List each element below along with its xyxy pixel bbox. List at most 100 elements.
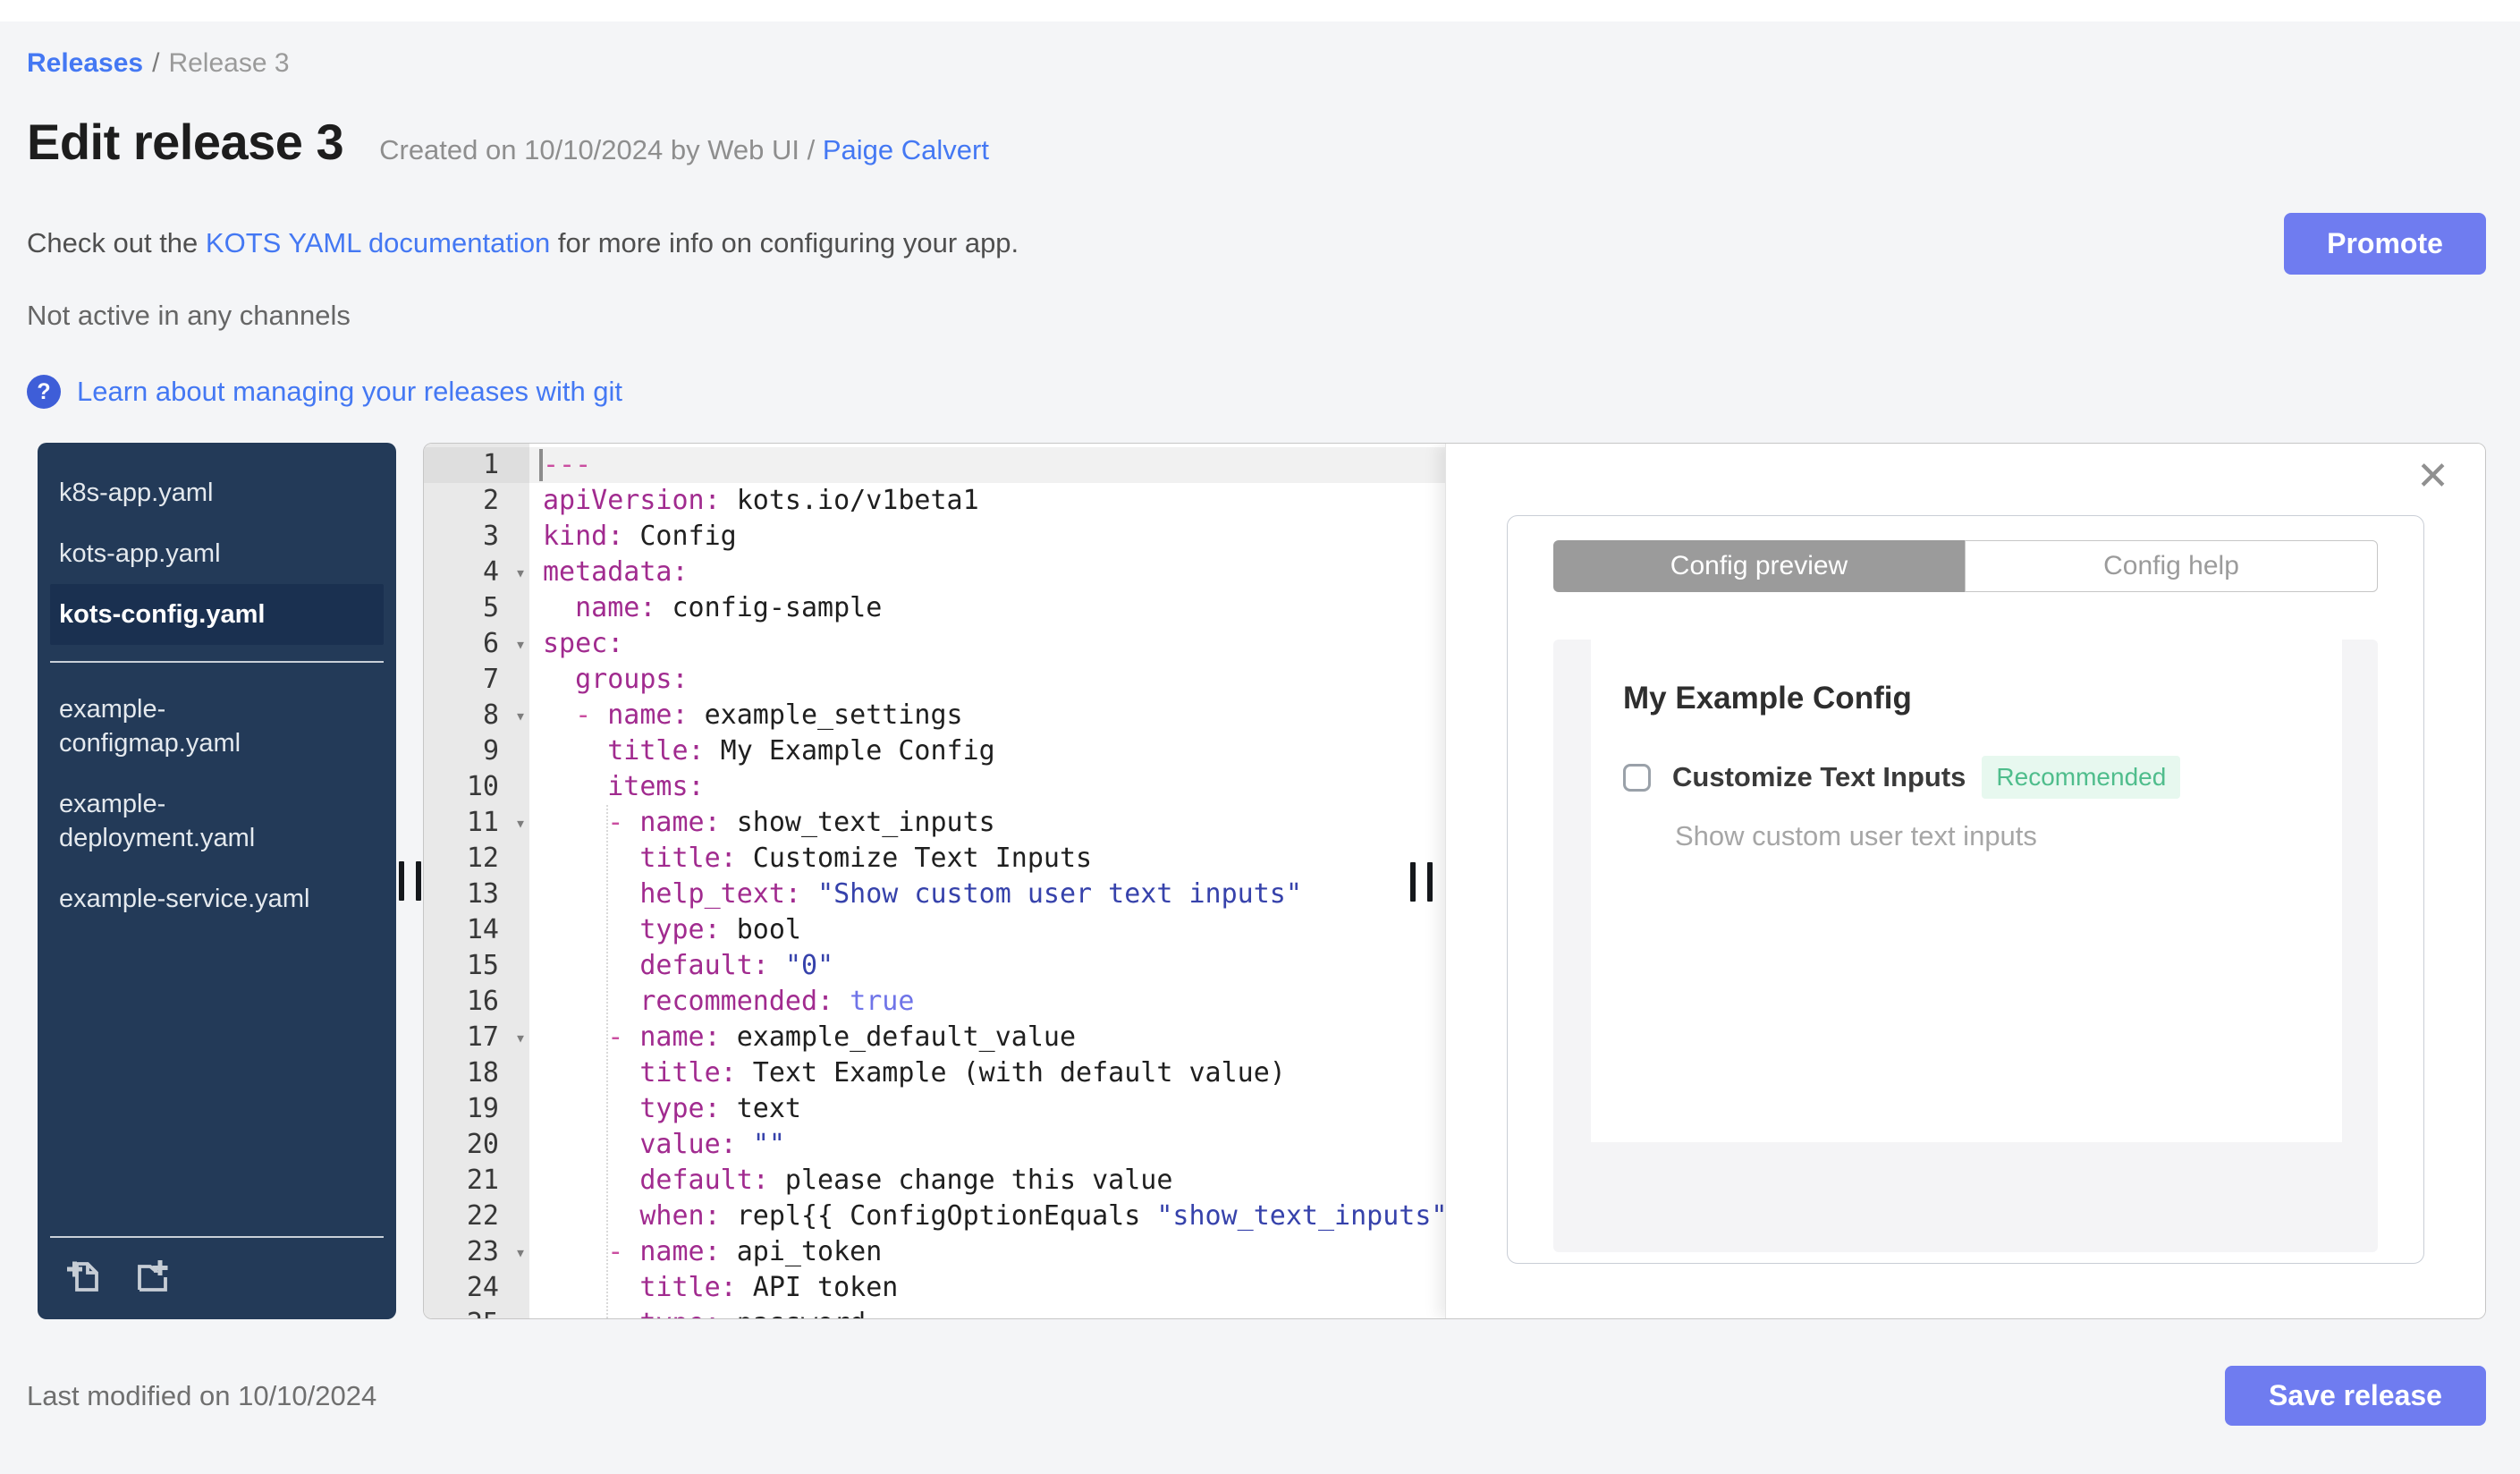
gutter-line-18: 18 bbox=[424, 1055, 529, 1091]
close-icon[interactable]: ✕ bbox=[2411, 456, 2455, 497]
file-item-kots-config.yaml[interactable]: kots-config.yaml bbox=[50, 584, 384, 645]
breadcrumb: Releases / Release 3 bbox=[27, 48, 2486, 79]
drag-bar-icon bbox=[398, 861, 404, 901]
code-line-16: recommended: true bbox=[639, 986, 915, 1017]
help-icon: ? bbox=[27, 375, 61, 409]
created-info: Created on 10/10/2024 by Web UI / Paige … bbox=[379, 134, 989, 166]
gutter-line-21: 21 bbox=[424, 1163, 529, 1199]
gutter-line-2: 2 bbox=[424, 483, 529, 519]
line-number: 7 bbox=[482, 664, 499, 695]
drag-bar-icon bbox=[1410, 862, 1416, 902]
line-number: 3 bbox=[482, 521, 499, 552]
release-workbench: k8s-app.yaml kots-app.yaml kots-config.yam… bbox=[38, 443, 2486, 1319]
editor-gutter: 1 2 3 4 ▾ 5 6 ▾ 7 8 ▾ 9 10 11 ▾ 12 13 14 15 16 17 ▾ 18 19 20 21 22… bbox=[424, 444, 529, 1318]
channel-status: Not active in any channels bbox=[27, 300, 351, 331]
add-folder-button[interactable] bbox=[132, 1256, 173, 1300]
gutter-line-25: 25 bbox=[424, 1306, 529, 1318]
config-item-label: Customize Text Inputs bbox=[1672, 761, 1966, 792]
gutter-line-11: 11 ▾ bbox=[424, 805, 529, 841]
code-line-6: spec: bbox=[543, 628, 624, 659]
sidebar-actions-divider bbox=[50, 1236, 384, 1238]
line-number: 18 bbox=[466, 1057, 499, 1089]
code-line-8: - name: example_settings bbox=[575, 699, 963, 731]
doc-line-prefix: Check out the bbox=[27, 227, 206, 258]
gutter-line-5: 5 bbox=[424, 590, 529, 626]
file-item-kots-app.yaml[interactable]: kots-app.yaml bbox=[38, 523, 333, 584]
code-line-23: - name: api_token bbox=[607, 1236, 883, 1267]
fold-arrow-icon[interactable]: ▾ bbox=[515, 1234, 526, 1270]
file-item-example-deployment.yaml[interactable]: example-deployment.yaml bbox=[38, 774, 333, 868]
code-line-10: items: bbox=[607, 771, 705, 802]
line-number: 22 bbox=[466, 1200, 499, 1232]
breadcrumb-current: Release 3 bbox=[168, 48, 290, 78]
code-line-5: name: config-sample bbox=[575, 592, 883, 623]
file-list-divider bbox=[50, 661, 384, 663]
code-line-9: title: My Example Config bbox=[607, 735, 995, 767]
line-number: 5 bbox=[482, 592, 499, 623]
author-link[interactable]: Paige Calvert bbox=[823, 134, 989, 165]
config-item-row: Customize Text Inputs Recommended bbox=[1623, 756, 2315, 799]
line-number: 23 bbox=[466, 1236, 499, 1267]
file-item-example-service.yaml[interactable]: example-service.yaml bbox=[38, 868, 333, 929]
code-line-18: title: Text Example (with default value) bbox=[639, 1057, 1286, 1089]
gutter-line-8: 8 ▾ bbox=[424, 698, 529, 733]
line-number: 25 bbox=[467, 1308, 499, 1318]
config-preview-panel: ✕ Config preview Config help My Example C… bbox=[1410, 444, 2485, 1318]
line-number: 13 bbox=[466, 878, 499, 910]
code-editor[interactable]: --- apiVersion: kots.io/v1beta1 kind: Conf… bbox=[529, 444, 1445, 1318]
promote-button[interactable]: Promote bbox=[2284, 213, 2486, 275]
fold-arrow-icon[interactable]: ▾ bbox=[515, 698, 526, 733]
gutter-line-12: 12 bbox=[424, 841, 529, 877]
line-number: 24 bbox=[466, 1272, 499, 1303]
title-row: Edit release 3 Created on 10/10/2024 by … bbox=[27, 114, 2486, 170]
kots-docs-link[interactable]: KOTS YAML documentation bbox=[206, 227, 550, 258]
drag-bar-icon bbox=[1427, 862, 1433, 902]
code-line-25: type: password bbox=[529, 1306, 1445, 1318]
gutter-line-22: 22 bbox=[424, 1199, 529, 1234]
gutter-line-16: 16 bbox=[424, 984, 529, 1020]
line-number: 4 bbox=[482, 556, 499, 588]
fold-arrow-icon[interactable]: ▾ bbox=[515, 555, 526, 590]
doc-row: Check out the KOTS YAML documentation fo… bbox=[27, 213, 2486, 275]
git-help-row: ? Learn about managing your releases wit… bbox=[27, 375, 2486, 409]
tab-config-preview[interactable]: Config preview bbox=[1553, 540, 1965, 592]
save-release-button[interactable]: Save release bbox=[2225, 1366, 2486, 1426]
doc-line: Check out the KOTS YAML documentation fo… bbox=[27, 213, 1019, 259]
add-file-button[interactable] bbox=[63, 1256, 104, 1300]
fold-arrow-icon[interactable]: ▾ bbox=[515, 805, 526, 841]
gutter-line-15: 15 bbox=[424, 948, 529, 984]
line-number: 15 bbox=[466, 950, 499, 981]
gutter-line-4: 4 ▾ bbox=[424, 555, 529, 590]
fold-arrow-icon[interactable]: ▾ bbox=[515, 626, 526, 662]
line-number: 17 bbox=[466, 1021, 499, 1053]
file-sidebar: k8s-app.yaml kots-app.yaml kots-config.yam… bbox=[38, 443, 396, 1319]
gutter-line-17: 17 ▾ bbox=[424, 1020, 529, 1055]
tab-config-help[interactable]: Config help bbox=[1965, 540, 2378, 592]
line-number: 10 bbox=[466, 771, 499, 802]
breadcrumb-releases-link[interactable]: Releases bbox=[27, 48, 143, 78]
top-strip bbox=[0, 0, 2520, 21]
gutter-line-7: 7 bbox=[424, 662, 529, 698]
panel-resize-handle[interactable] bbox=[1410, 862, 1433, 902]
code-line-11: - name: show_text_inputs bbox=[607, 807, 995, 838]
line-number: 14 bbox=[466, 914, 499, 945]
customize-text-inputs-checkbox[interactable] bbox=[1623, 763, 1651, 792]
line-number: 1 bbox=[482, 449, 499, 480]
line-number: 12 bbox=[466, 843, 499, 874]
fold-arrow-icon[interactable]: ▾ bbox=[515, 1020, 526, 1055]
preview-tabs: Config preview Config help bbox=[1553, 540, 2378, 592]
editor-cursor bbox=[539, 449, 543, 481]
git-releases-link[interactable]: Learn about managing your releases with … bbox=[77, 376, 622, 408]
file-item-example-configmap.yaml[interactable]: example-configmap.yaml bbox=[38, 679, 333, 774]
code-line-14: type: bool bbox=[639, 914, 801, 945]
gutter-line-3: 3 bbox=[424, 519, 529, 555]
code-line-17: - name: example_default_value bbox=[607, 1021, 1077, 1053]
sidebar-resize-handle[interactable] bbox=[396, 443, 423, 1319]
line-number: 16 bbox=[466, 986, 499, 1017]
file-item-k8s-app.yaml[interactable]: k8s-app.yaml bbox=[38, 462, 333, 523]
page-title: Edit release 3 bbox=[27, 114, 344, 170]
gutter-line-20: 20 bbox=[424, 1127, 529, 1163]
code-line-3: kind: Config bbox=[543, 521, 737, 552]
editor-container: 1 2 3 4 ▾ 5 6 ▾ 7 8 ▾ 9 10 11 ▾ 12 13 14 15 16 17 ▾ 18 19 20 21 22… bbox=[423, 443, 2486, 1319]
config-item-help: Show custom user text inputs bbox=[1675, 820, 2037, 851]
